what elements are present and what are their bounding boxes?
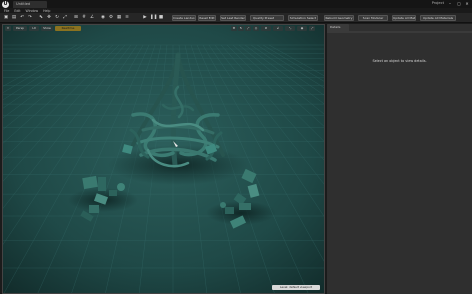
snap-icon[interactable]: ⊞ bbox=[73, 15, 79, 21]
update-materials-button[interactable]: Update All Materials bbox=[392, 15, 416, 21]
details-empty-message: Select an object to view details. bbox=[372, 59, 427, 63]
viewport-status-label: Level: default viewport bbox=[272, 285, 320, 290]
scale-mode-icon[interactable]: ⤢ bbox=[245, 26, 251, 31]
show-button[interactable]: Show bbox=[41, 26, 53, 31]
menu-edit[interactable]: Edit bbox=[14, 9, 20, 13]
app-logo-icon: U bbox=[2, 0, 9, 8]
undo-icon[interactable]: ↶ bbox=[19, 15, 25, 21]
translate-mode-icon[interactable]: ✥ bbox=[231, 26, 237, 31]
scale-snap-toggle[interactable]: ⤡ bbox=[285, 26, 295, 31]
menu-file[interactable]: File bbox=[4, 9, 9, 13]
close-button[interactable]: ✕ bbox=[463, 0, 471, 7]
layers-icon[interactable]: ≡ bbox=[124, 15, 130, 21]
select-icon[interactable]: ⬉ bbox=[38, 15, 44, 21]
move-icon[interactable]: ✥ bbox=[46, 15, 52, 21]
viewport-options-icon[interactable]: ▾ bbox=[5, 26, 11, 31]
pause-icon[interactable]: ❚❚ bbox=[150, 15, 158, 21]
rotate-mode-icon[interactable]: ↻ bbox=[238, 26, 244, 31]
camera-speed-toggle[interactable]: ◉ bbox=[297, 26, 307, 31]
minimize-button[interactable]: – bbox=[446, 0, 454, 7]
reset-edit-button[interactable]: Reset Edit bbox=[198, 15, 216, 21]
title-bar: U Untitled Project – ▢ ✕ bbox=[0, 0, 472, 8]
perspective-button[interactable]: Persp bbox=[13, 26, 27, 31]
lit-button[interactable]: Lit bbox=[29, 26, 39, 31]
world-local-icon[interactable]: ◎ bbox=[253, 26, 259, 31]
details-tab-underline bbox=[327, 31, 472, 33]
settings-icon[interactable]: ⚙ bbox=[108, 15, 114, 21]
update-all-materials-button[interactable]: Update All Materials bbox=[420, 15, 456, 21]
simulation-select-button[interactable]: Simulation Select bbox=[288, 15, 318, 21]
stop-icon[interactable]: ■ bbox=[158, 15, 164, 21]
play-icon[interactable]: ▶ bbox=[142, 15, 148, 21]
camera-icon[interactable]: ◉ bbox=[100, 15, 106, 21]
redo-icon[interactable]: ↷ bbox=[27, 15, 33, 21]
save-icon[interactable]: ▣ bbox=[3, 15, 9, 21]
grid-icon[interactable]: # bbox=[81, 15, 87, 21]
folder-icon[interactable]: ▤ bbox=[11, 15, 17, 21]
rotation-snap-toggle[interactable]: ∠ bbox=[273, 26, 283, 31]
grid-snap-toggle[interactable]: # bbox=[261, 26, 271, 31]
menu-window[interactable]: Window bbox=[26, 9, 39, 13]
menu-help[interactable]: Help bbox=[43, 9, 50, 13]
level-viewport[interactable]: ▾ Persp Lit Show Realtime ✥ ↻ ⤢ ◎ # ∠ ⤡ … bbox=[2, 24, 325, 294]
create-landscape-button[interactable]: Create Landscape bbox=[172, 15, 196, 21]
viewport-scene[interactable] bbox=[3, 25, 325, 294]
details-panel: Details Select an object to view details… bbox=[327, 24, 472, 294]
details-tab[interactable]: Details bbox=[327, 24, 349, 31]
viewport-toolbar: ▾ Persp Lit Show Realtime ✥ ↻ ⤢ ◎ # ∠ ⤡ … bbox=[3, 25, 324, 32]
angle-icon[interactable]: ∠ bbox=[89, 15, 95, 21]
rotate-icon[interactable]: ↻ bbox=[54, 15, 60, 21]
maximize-viewport-icon[interactable]: ⤢ bbox=[309, 26, 315, 31]
quality-preset-dropdown[interactable]: Quality Preset bbox=[250, 15, 284, 21]
project-name: Project bbox=[431, 1, 444, 5]
scale-icon[interactable]: ⤢ bbox=[62, 15, 68, 21]
document-tab[interactable]: Untitled bbox=[13, 0, 47, 8]
realtime-badge[interactable]: Realtime bbox=[55, 26, 81, 31]
set-last-render-button[interactable]: Set Last Render bbox=[220, 15, 246, 21]
rebuild-geometry-button[interactable]: Rebuild Geometry bbox=[324, 15, 354, 21]
scan-modular-button[interactable]: Scan Modular bbox=[358, 15, 388, 21]
build-icon[interactable]: ▦ bbox=[116, 15, 122, 21]
main-toolbar: ▣ ▤ ↶ ↷ ⬉ ✥ ↻ ⤢ ⊞ # ∠ ◉ ⚙ ▦ ≡ ▶ ❚❚ ■ Cre… bbox=[0, 13, 472, 23]
maximize-button[interactable]: ▢ bbox=[455, 0, 463, 7]
